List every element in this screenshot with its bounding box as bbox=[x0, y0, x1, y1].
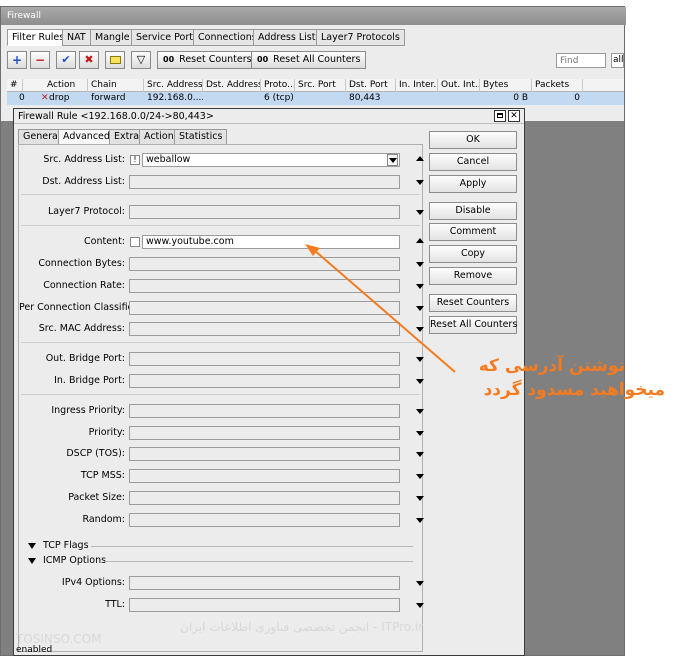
annotation-line-1: نوشتن آدرسی که bbox=[478, 356, 625, 376]
annotation-line-2: میخواهید مسدود گردد bbox=[483, 380, 665, 400]
annotation-arrow bbox=[305, 244, 456, 373]
arrow-line bbox=[313, 249, 456, 373]
